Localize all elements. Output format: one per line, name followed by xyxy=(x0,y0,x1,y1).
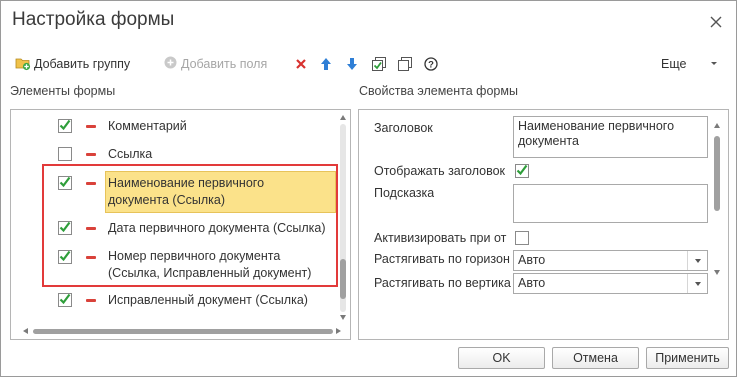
add-fields-label: Добавить поля xyxy=(181,57,268,71)
ok-button[interactable]: OK xyxy=(458,347,545,369)
tree-row[interactable]: Ссылка xyxy=(11,146,336,164)
field-minus-icon xyxy=(86,227,96,230)
scroll-right-icon[interactable] xyxy=(336,328,341,334)
move-up-icon[interactable] xyxy=(320,53,332,75)
stretch-vertical-select[interactable]: Авто xyxy=(513,273,708,294)
more-label: Еще xyxy=(661,57,687,71)
stretch-horizontal-label: Растягивать по горизон xyxy=(374,252,510,266)
activate-label: Активизировать при от xyxy=(374,231,507,245)
cancel-button[interactable]: Отмена xyxy=(552,347,639,369)
help-icon[interactable]: ? xyxy=(424,53,438,75)
add-fields-button[interactable]: Добавить поля xyxy=(163,53,267,75)
activate-checkbox[interactable] xyxy=(515,231,529,245)
scroll-up-icon[interactable] xyxy=(340,115,346,120)
apply-button[interactable]: Применить xyxy=(646,347,729,369)
vertical-scroll-thumb[interactable] xyxy=(340,259,346,299)
field-minus-icon xyxy=(86,125,96,128)
scroll-down-icon[interactable] xyxy=(340,315,346,320)
toolbar: Добавить группу Добавить поля ? Еще xyxy=(15,53,725,75)
dropdown-arrow-icon[interactable] xyxy=(687,251,707,270)
hint-field[interactable] xyxy=(513,184,708,223)
row-label-line2: (Ссылка, Исправленный документ) xyxy=(108,266,312,280)
properties-panel: Заголовок Наименование первичного докуме… xyxy=(358,109,729,340)
row-checkbox[interactable] xyxy=(58,293,72,307)
stretch-vertical-label: Растягивать по вертика xyxy=(374,276,511,290)
tree-row[interactable]: Номер первичного документа (Ссылка, Испр… xyxy=(11,248,336,284)
properties-scroll-thumb[interactable] xyxy=(714,136,720,211)
dialog-title: Настройка формы xyxy=(12,9,175,30)
row-checkbox[interactable] xyxy=(58,221,72,235)
field-minus-icon xyxy=(86,299,96,302)
horizontal-scrollbar[interactable] xyxy=(33,329,333,334)
stretch-vertical-value: Авто xyxy=(518,276,546,290)
check-all-icon[interactable] xyxy=(371,53,387,75)
tree-row-selected[interactable]: Наименование первичного документа (Ссылк… xyxy=(11,170,336,214)
caption-field[interactable]: Наименование первичного документа xyxy=(513,116,708,158)
row-checkbox[interactable] xyxy=(58,250,72,264)
row-label: Ссылка xyxy=(108,147,153,161)
caption-label: Заголовок xyxy=(374,121,433,135)
row-label: Комментарий xyxy=(108,119,187,133)
stretch-horizontal-select[interactable]: Авто xyxy=(513,250,708,271)
scroll-down-icon[interactable] xyxy=(714,270,720,275)
show-caption-label: Отображать заголовок xyxy=(374,164,506,178)
svg-text:?: ? xyxy=(428,60,434,71)
form-elements-title: Элементы формы xyxy=(10,84,116,98)
tree-row[interactable]: Исправленный документ (Ссылка) xyxy=(11,292,336,310)
hint-label: Подсказка xyxy=(374,186,435,200)
dropdown-arrow-icon[interactable] xyxy=(687,274,707,293)
row-label-line1: Наименование первичного xyxy=(108,176,265,190)
move-down-icon[interactable] xyxy=(346,53,358,75)
field-minus-icon xyxy=(86,256,96,259)
field-minus-icon xyxy=(86,182,96,185)
uncheck-all-icon[interactable] xyxy=(397,53,413,75)
show-caption-checkbox[interactable] xyxy=(515,164,529,178)
add-fields-icon xyxy=(163,55,178,73)
scroll-left-icon[interactable] xyxy=(23,328,28,334)
form-settings-dialog: Настройка формы Добавить группу Добавить… xyxy=(0,0,737,377)
row-checkbox[interactable] xyxy=(58,119,72,133)
vertical-scrollbar[interactable] xyxy=(340,124,346,312)
row-label-line1: Номер первичного документа xyxy=(108,249,281,263)
form-elements-tree[interactable]: Комментарий Ссылка Наименование первично… xyxy=(10,109,351,340)
more-menu-button[interactable]: Еще xyxy=(661,53,686,75)
row-label: Исправленный документ (Ссылка) xyxy=(108,293,308,307)
add-group-button[interactable]: Добавить группу xyxy=(15,53,130,75)
row-checkbox[interactable] xyxy=(58,176,72,190)
stretch-horizontal-value: Авто xyxy=(518,253,546,267)
field-minus-icon xyxy=(86,153,96,156)
tree-row[interactable]: Комментарий xyxy=(11,118,336,136)
close-icon[interactable] xyxy=(707,13,725,31)
add-group-label: Добавить группу xyxy=(34,57,131,71)
tree-row[interactable]: Дата первичного документа (Ссылка) xyxy=(11,220,336,238)
element-properties-title: Свойства элемента формы xyxy=(359,84,518,98)
row-label: Дата первичного документа (Ссылка) xyxy=(108,221,326,235)
delete-icon[interactable] xyxy=(294,53,308,75)
chevron-down-icon[interactable] xyxy=(710,53,718,75)
row-checkbox[interactable] xyxy=(58,147,72,161)
scroll-up-icon[interactable] xyxy=(714,123,720,128)
add-group-icon xyxy=(15,55,31,74)
row-label-line2: документа (Ссылка) xyxy=(108,193,225,207)
